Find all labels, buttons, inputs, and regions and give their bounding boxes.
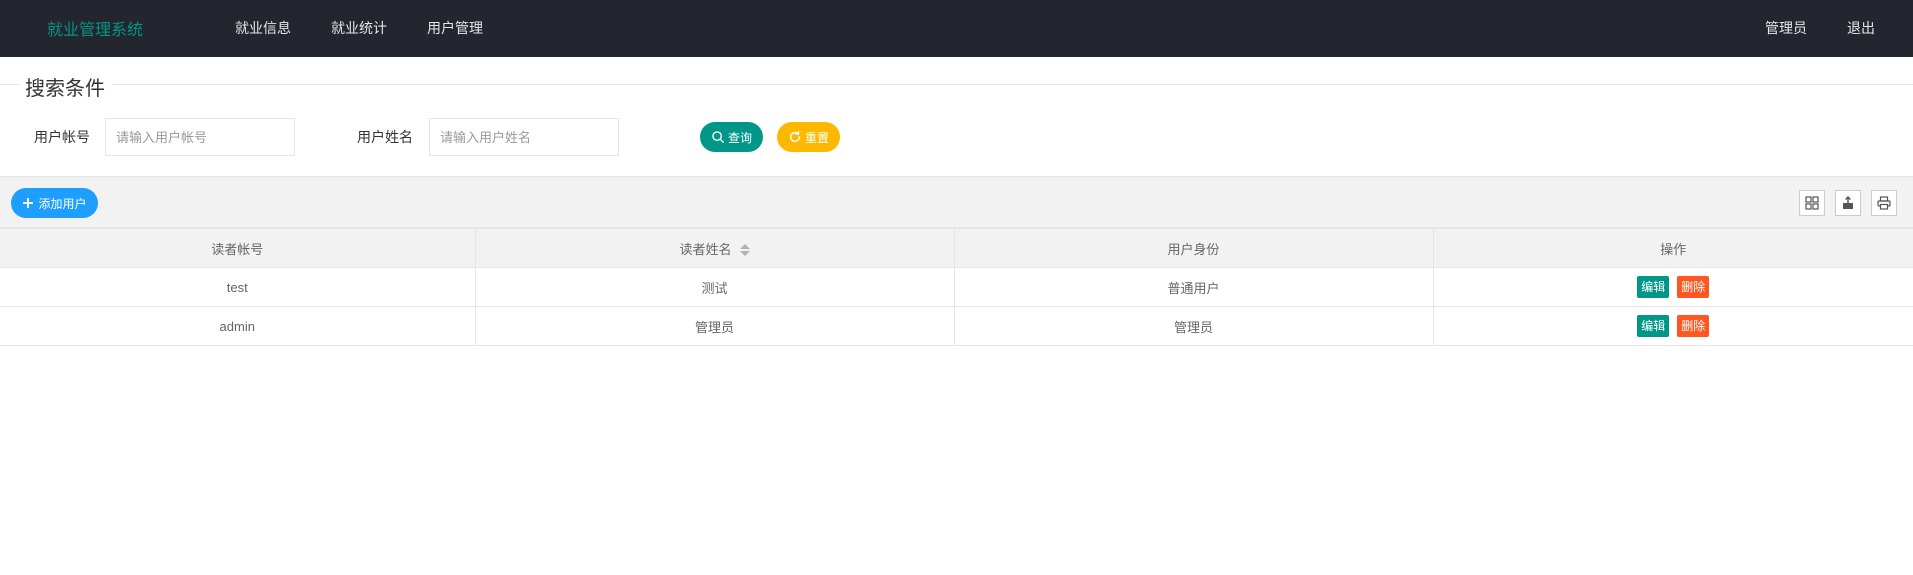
add-user-label: 添加用户 — [38, 196, 87, 211]
export-icon — [1843, 196, 1853, 209]
nav-user-management[interactable]: 用户管理 — [427, 18, 483, 38]
account-input[interactable] — [105, 118, 295, 156]
reset-button[interactable]: 重置 — [777, 122, 840, 152]
plus-icon — [23, 198, 34, 208]
account-label: 用户帐号 — [34, 129, 90, 145]
fieldset-divider — [0, 84, 1913, 85]
reset-button-label: 重置 — [804, 130, 829, 145]
header-name[interactable]: 读者姓名 — [474, 228, 955, 268]
edit-button[interactable]: 编辑 — [1637, 276, 1670, 298]
table-row: test 测试 普通用户 编辑 删除 — [0, 267, 1913, 307]
sort-icon[interactable] — [739, 244, 750, 257]
cell-role: 普通用户 — [953, 267, 1434, 307]
nav-employment-stats[interactable]: 就业统计 — [331, 18, 387, 38]
print-icon — [1877, 196, 1891, 210]
header-account: 读者帐号 — [0, 228, 476, 268]
search-icon — [712, 131, 724, 143]
delete-button[interactable]: 删除 — [1677, 276, 1710, 298]
search-legend: 搜索条件 — [19, 72, 111, 101]
top-header: 就业管理系统 就业信息 就业统计 用户管理 管理员 退出 — [0, 0, 1913, 57]
search-button-label: 查询 — [727, 130, 752, 145]
header-role: 用户身份 — [953, 228, 1434, 268]
search-button[interactable]: 查询 — [700, 122, 763, 152]
columns-toggle[interactable] — [1799, 190, 1825, 216]
edit-button[interactable]: 编辑 — [1637, 315, 1670, 337]
name-label: 用户姓名 — [357, 129, 413, 145]
export-button[interactable] — [1835, 190, 1861, 216]
columns-icon — [1805, 196, 1819, 210]
users-table: 读者帐号 读者姓名 用户身份 操作 test 测试 普通用户 编辑 删除 admi… — [0, 228, 1913, 346]
logout-link[interactable]: 退出 — [1847, 18, 1875, 38]
table-toolbar: 添加用户 — [0, 176, 1913, 228]
cell-actions: 编辑 删除 — [1432, 306, 1913, 346]
print-button[interactable] — [1871, 190, 1897, 216]
cell-role: 管理员 — [953, 306, 1434, 346]
add-user-button[interactable]: 添加用户 — [11, 188, 98, 218]
cell-name: 管理员 — [474, 306, 955, 346]
cell-account: admin — [0, 306, 476, 346]
header-actions: 操作 — [1432, 228, 1913, 268]
nav-employment-info[interactable]: 就业信息 — [235, 18, 291, 38]
cell-name: 测试 — [474, 267, 955, 307]
table-row: admin 管理员 管理员 编辑 删除 — [0, 306, 1913, 346]
current-user[interactable]: 管理员 — [1765, 18, 1807, 38]
app-logo[interactable]: 就业管理系统 — [47, 16, 143, 40]
delete-button[interactable]: 删除 — [1677, 315, 1710, 337]
refresh-icon — [789, 130, 801, 143]
table-header-row: 读者帐号 读者姓名 用户身份 操作 — [0, 228, 1913, 268]
cell-account: test — [0, 267, 476, 307]
name-input[interactable] — [429, 118, 619, 156]
cell-actions: 编辑 删除 — [1432, 267, 1913, 307]
